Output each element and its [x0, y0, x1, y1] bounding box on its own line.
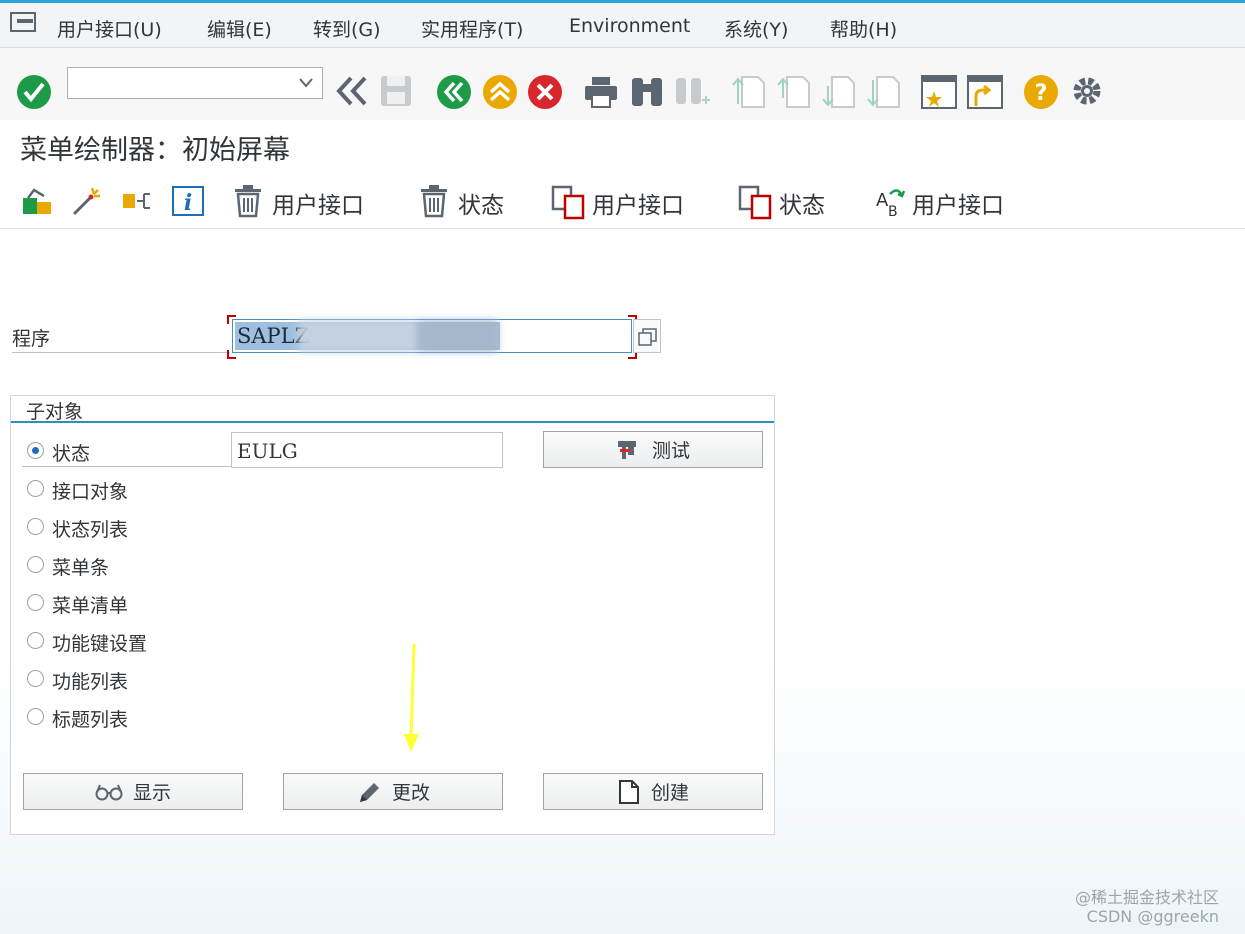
- delete-status-label[interactable]: 状态: [458, 186, 504, 220]
- chevron-down-icon[interactable]: [298, 77, 314, 89]
- copy-status-icon[interactable]: [738, 184, 772, 220]
- radio-label-status-list[interactable]: 状态列表: [52, 515, 128, 542]
- svg-text:?: ?: [1035, 81, 1048, 106]
- menu-environment[interactable]: Environment: [569, 15, 690, 37]
- radio-menu-bar[interactable]: [27, 556, 44, 573]
- magic-wand-icon[interactable]: [70, 184, 104, 218]
- change-button[interactable]: 更改: [283, 773, 503, 810]
- menu-icon[interactable]: [10, 12, 38, 34]
- radio-label-interface-objects[interactable]: 接口对象: [52, 477, 128, 504]
- enter-icon[interactable]: [16, 74, 52, 110]
- radio-interface-objects[interactable]: [27, 480, 44, 497]
- glasses-icon: [95, 784, 123, 800]
- subobjects-title: 子对象: [26, 401, 84, 423]
- value-help-button[interactable]: [633, 319, 661, 353]
- find-next-icon[interactable]: [673, 74, 711, 110]
- menu-edit[interactable]: 编辑(E): [207, 15, 272, 42]
- menu-utilities[interactable]: 实用程序(T): [421, 15, 523, 42]
- radio-label-menu-bar[interactable]: 菜单条: [52, 553, 109, 580]
- delete-gui-icon[interactable]: [233, 184, 263, 218]
- menu-system[interactable]: 系统(Y): [724, 15, 788, 42]
- menu-help[interactable]: 帮助(H): [830, 15, 897, 42]
- find-icon[interactable]: [629, 74, 665, 110]
- test-icon: [617, 440, 636, 459]
- radio-function-key-settings[interactable]: [27, 632, 44, 649]
- radio-status-list[interactable]: [27, 518, 44, 535]
- copy-gui-label[interactable]: 用户接口: [592, 186, 684, 220]
- settings-icon[interactable]: [1068, 72, 1106, 110]
- radio-label-menu-list[interactable]: 菜单清单: [52, 591, 128, 618]
- back-double-icon[interactable]: [334, 75, 370, 107]
- svg-text:i: i: [184, 190, 192, 216]
- last-page-icon[interactable]: [865, 74, 901, 110]
- first-page-icon[interactable]: [730, 74, 766, 110]
- new-document-icon: [618, 779, 639, 804]
- radio-status[interactable]: [27, 442, 44, 459]
- create-session-icon[interactable]: [920, 74, 958, 110]
- exit-icon[interactable]: [482, 74, 518, 110]
- test-button-label: 测试: [651, 440, 690, 462]
- delete-status-icon[interactable]: [419, 184, 449, 218]
- radio-menu-list[interactable]: [27, 594, 44, 611]
- radio-label-function-list[interactable]: 功能列表: [52, 667, 128, 694]
- focus-corner: [227, 315, 236, 324]
- create-button-label: 创建: [650, 782, 689, 804]
- test-button[interactable]: 测试: [543, 431, 763, 468]
- display-button[interactable]: 显示: [23, 773, 243, 810]
- menu-goto[interactable]: 转到(G): [313, 15, 381, 42]
- watermark: @稀土掘金技术社区 CSDN @ggreekn: [1075, 888, 1219, 926]
- redacted-area: [418, 320, 498, 352]
- watermark-line-2: CSDN @ggreekn: [1086, 907, 1219, 926]
- where-used-icon[interactable]: [120, 184, 154, 218]
- radio-function-list[interactable]: [27, 670, 44, 687]
- radio-title-list[interactable]: [27, 708, 44, 725]
- change-display-icon[interactable]: [20, 184, 54, 218]
- cancel-icon[interactable]: [527, 74, 563, 110]
- back-icon[interactable]: [436, 74, 472, 110]
- help-icon[interactable]: ?: [1023, 74, 1059, 110]
- program-label-underline: [12, 352, 230, 353]
- program-label: 程序: [12, 328, 51, 350]
- copy-status-label[interactable]: 状态: [779, 186, 825, 220]
- rename-icon[interactable]: A B: [874, 184, 908, 218]
- status-value: EULG: [237, 439, 298, 463]
- annotation-arrow-icon: [404, 643, 419, 752]
- radio-label-status[interactable]: 状态: [52, 439, 90, 466]
- delete-gui-label[interactable]: 用户接口: [272, 186, 364, 220]
- page-title: 菜单绘制器：初始屏幕: [20, 135, 290, 166]
- watermark-line-1: @稀土掘金技术社区: [1074, 888, 1219, 907]
- create-button[interactable]: 创建: [543, 773, 763, 810]
- redacted-area: [298, 320, 418, 352]
- status-label-underline: [22, 466, 232, 467]
- next-page-icon[interactable]: [820, 74, 856, 110]
- value-help-icon: [638, 328, 657, 346]
- copy-gui-icon[interactable]: [551, 184, 585, 220]
- rename-gui-label[interactable]: 用户接口: [912, 186, 1004, 220]
- pencil-icon: [359, 782, 379, 802]
- group-title-line: [11, 421, 774, 423]
- radio-label-function-key-settings[interactable]: 功能键设置: [52, 629, 147, 656]
- change-button-label: 更改: [391, 782, 430, 804]
- command-field[interactable]: [67, 67, 323, 99]
- display-button-label: 显示: [132, 782, 171, 804]
- save-icon[interactable]: [379, 74, 413, 108]
- info-icon[interactable]: i: [171, 184, 205, 218]
- focus-corner: [227, 350, 236, 359]
- menu-user-interface[interactable]: 用户接口(U): [57, 15, 162, 42]
- svg-text:B: B: [888, 204, 898, 218]
- shortcut-icon[interactable]: [966, 74, 1004, 110]
- print-icon[interactable]: [583, 74, 619, 110]
- radio-label-title-list[interactable]: 标题列表: [52, 705, 128, 732]
- menu-bar: 用户接口(U) 编辑(E) 转到(G) 实用程序(T) Environment …: [0, 3, 1245, 48]
- previous-page-icon[interactable]: [775, 74, 811, 110]
